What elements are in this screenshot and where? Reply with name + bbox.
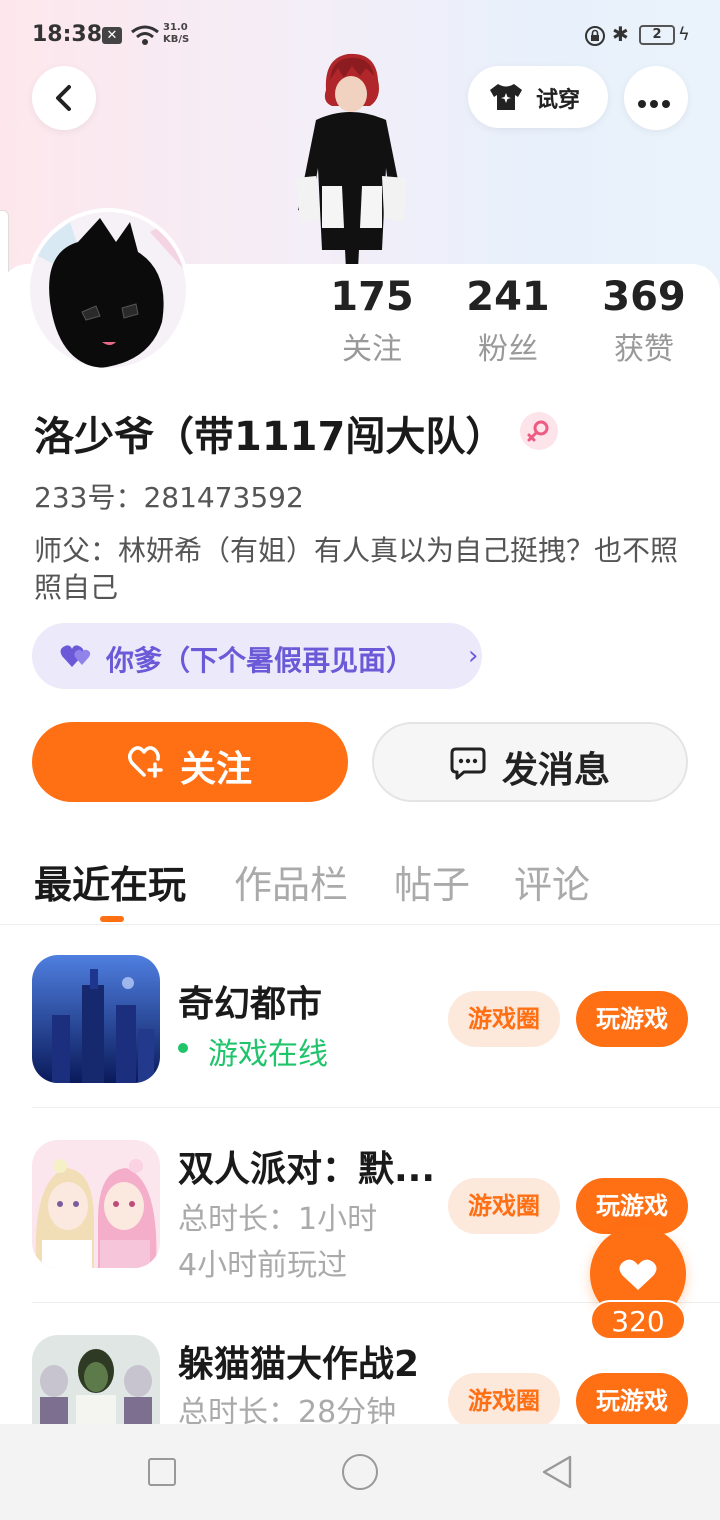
stat-followers[interactable]: 241 粉丝: [448, 274, 568, 368]
tab-posts[interactable]: 帖子: [394, 854, 470, 909]
list-item[interactable]: 双人派对：默... 总时长：1小时 4小时前玩过 游戏圈 玩游戏: [32, 1140, 688, 1283]
female-icon: [520, 412, 558, 450]
try-on-label: 试穿: [536, 88, 581, 113]
bluetooth-icon: ✱: [612, 22, 629, 46]
stat-likes[interactable]: 369 获赞: [584, 274, 704, 368]
game-title: 奇幻都市: [178, 984, 323, 1025]
game-icon[interactable]: [32, 1140, 160, 1268]
chevron-left-icon: [56, 85, 71, 111]
game-title: 双人派对：默...: [178, 1149, 436, 1190]
message-label: 发消息: [502, 750, 611, 791]
stat-following[interactable]: 175 关注: [312, 274, 432, 368]
tab-works[interactable]: 作品栏: [234, 854, 348, 909]
character-avatar[interactable]: [286, 50, 416, 270]
stat-value: 175: [330, 274, 414, 320]
game-circle-button[interactable]: 游戏圈: [448, 991, 560, 1047]
back-button[interactable]: [32, 66, 96, 130]
profile-tabs: 最近在玩 作品栏 帖子 评论: [0, 850, 720, 925]
try-on-button[interactable]: 试穿: [468, 66, 608, 128]
recent-apps-icon[interactable]: [148, 1458, 176, 1486]
double-heart-icon: [60, 645, 91, 667]
game-icon[interactable]: [32, 955, 160, 1083]
list-item[interactable]: 躲猫猫大作战2 总时长：28分钟 游戏圈 玩游戏: [32, 1335, 688, 1424]
follow-label: 关注: [180, 749, 253, 790]
back-triangle-icon[interactable]: [540, 1454, 574, 1490]
profile-stats: 175 关注 241 粉丝 369 获赞: [304, 274, 704, 374]
message-button[interactable]: 发消息: [372, 722, 688, 802]
rotation-lock-icon: [585, 26, 605, 46]
chevron-right-icon: ›: [468, 641, 479, 671]
heart-icon: [619, 1259, 657, 1290]
online-status-dot: [178, 1043, 188, 1053]
stat-label: 粉丝: [478, 332, 538, 367]
net-speed-unit: KB/S: [163, 34, 190, 45]
game-playtime: 总时长：1小时: [178, 1202, 378, 1237]
tshirt-icon: [490, 84, 522, 110]
notification-icon: ✕: [102, 27, 122, 44]
game-circle-button[interactable]: 游戏圈: [448, 1373, 560, 1424]
wifi-icon: [131, 25, 159, 45]
divider: [32, 1107, 720, 1108]
list-item[interactable]: 奇幻都市 游戏在线 游戏圈 玩游戏: [32, 955, 688, 1085]
tab-recently-played[interactable]: 最近在玩: [34, 854, 186, 909]
game-playtime: 总时长：28分钟: [178, 1395, 397, 1424]
profile-name: 洛少爷（带1117闯大队）: [34, 414, 506, 460]
more-dots-icon: [638, 93, 676, 108]
play-game-button[interactable]: 玩游戏: [576, 1373, 688, 1424]
cp-relationship-tag[interactable]: 你爹（下个暑假再见面） ›: [32, 623, 482, 689]
chat-bubble-icon: [450, 747, 486, 780]
stat-label: 关注: [342, 332, 402, 367]
like-count: 320: [590, 1300, 686, 1340]
tab-comments[interactable]: 评论: [514, 854, 590, 909]
play-game-button[interactable]: 玩游戏: [576, 991, 688, 1047]
active-tab-indicator: [100, 916, 124, 922]
system-navigation-bar: [0, 1424, 720, 1520]
net-speed: 31.0 KB/S: [163, 22, 189, 46]
game-title: 躲猫猫大作战2: [178, 1344, 420, 1385]
game-circle-button[interactable]: 游戏圈: [448, 1178, 560, 1234]
avatar[interactable]: [30, 212, 186, 368]
follow-button[interactable]: 关注: [32, 722, 348, 802]
heart-plus-icon: [128, 746, 163, 778]
game-last-played: 4小时前玩过: [178, 1248, 348, 1283]
more-button[interactable]: [624, 66, 688, 130]
home-icon[interactable]: [342, 1454, 378, 1490]
game-icon[interactable]: [32, 1335, 160, 1424]
stat-value: 369: [602, 274, 686, 320]
avatar-image: [30, 212, 186, 368]
stat-value: 241: [466, 274, 550, 320]
status-time: 18:38: [32, 22, 103, 47]
cp-tag-text: 你爹（下个暑假再见面）: [106, 644, 415, 677]
user-id: 233号：281473592: [34, 481, 304, 514]
battery-icon: 2: [639, 25, 675, 45]
bio: 师父：林妍希（有姐）有人真以为自己挺拽？也不照照自己: [34, 534, 679, 604]
game-status: 游戏在线: [208, 1037, 328, 1072]
charging-icon: ϟ: [678, 24, 690, 45]
net-speed-value: 31.0: [163, 22, 188, 33]
stat-label: 获赞: [614, 332, 674, 367]
